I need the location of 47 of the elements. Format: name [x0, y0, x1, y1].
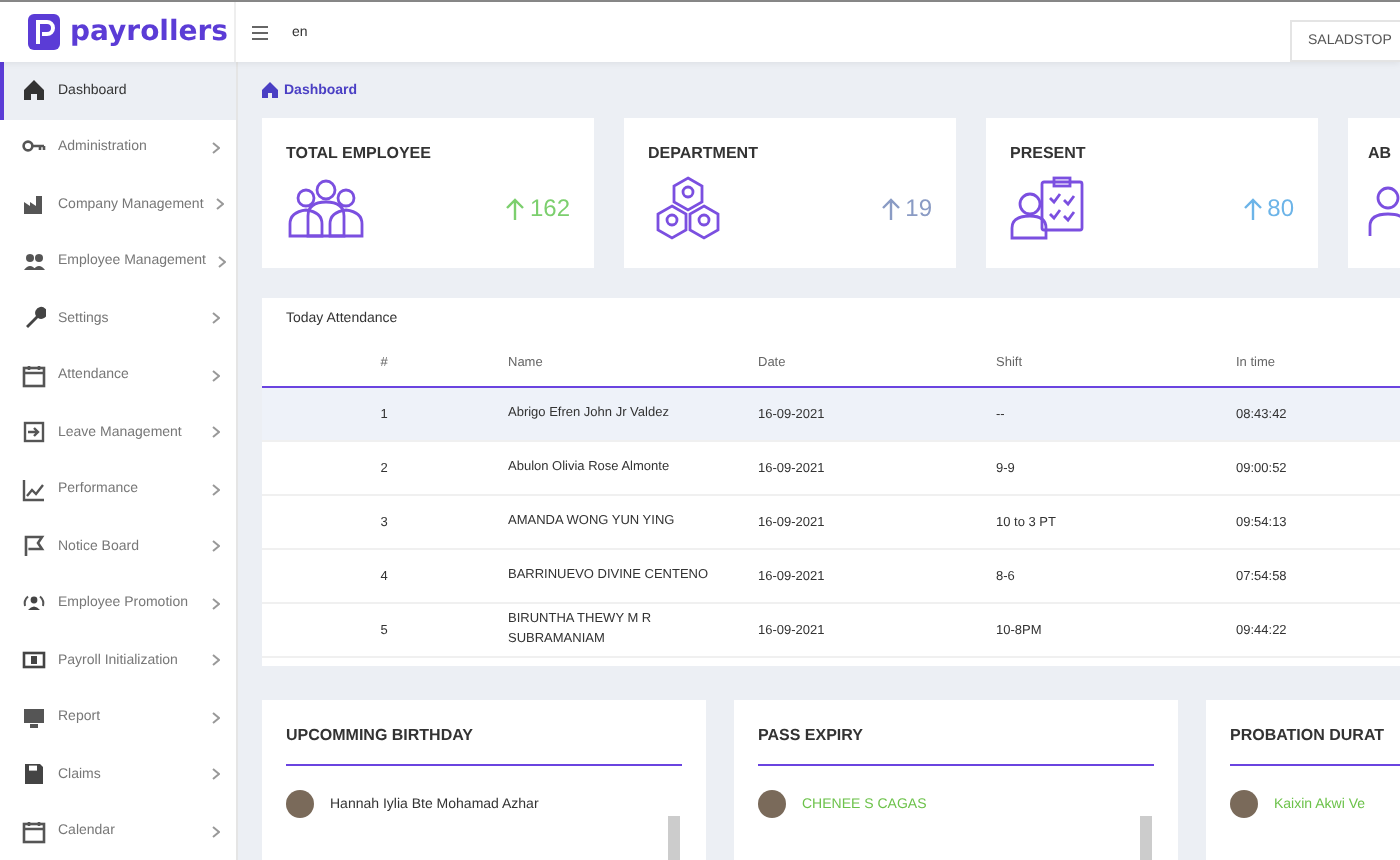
- chevron-icon: [212, 711, 220, 724]
- card-title: PROBATION DURAT: [1230, 700, 1400, 766]
- stat-value: 19: [881, 194, 932, 223]
- scrollbar[interactable]: [668, 816, 680, 860]
- avatar: [758, 790, 786, 818]
- stat-title: DEPARTMENT: [648, 144, 760, 163]
- wrench-icon: [22, 306, 46, 331]
- chevron-icon: [215, 198, 224, 211]
- chevron-icon: [212, 540, 220, 553]
- stat-title: AB: [1368, 144, 1394, 163]
- menu-icon[interactable]: [252, 25, 268, 39]
- scrollbar[interactable]: [1140, 816, 1152, 860]
- home-icon: [22, 78, 46, 103]
- stat-value: 162: [505, 194, 570, 223]
- banknote-icon: [22, 648, 46, 673]
- monitor-icon: [22, 705, 46, 730]
- chevron-icon: [212, 597, 220, 610]
- line-chart-icon: [22, 477, 46, 502]
- arrow-box-icon: [22, 420, 46, 445]
- card-title: UPCOMMING BIRTHDAY: [286, 700, 682, 766]
- avatar: [286, 790, 314, 818]
- flag-icon: [22, 534, 46, 559]
- calendar-icon: [22, 819, 46, 844]
- stat-title: TOTAL EMPLOYEE: [286, 144, 433, 163]
- chevron-icon: [212, 369, 220, 382]
- factory-icon: [22, 192, 46, 217]
- up-arrow-icon: [1243, 197, 1262, 220]
- calendar-icon: [22, 363, 46, 388]
- chevron-icon: [212, 654, 220, 667]
- people-icon: [22, 249, 46, 274]
- avatar: [1230, 790, 1258, 818]
- person-cycle-icon: [22, 591, 46, 616]
- chevron-icon: [217, 255, 226, 268]
- stat-value: 80: [1243, 194, 1294, 223]
- card-title: PASS EXPIRY: [758, 700, 1154, 766]
- chevron-icon: [212, 483, 220, 496]
- chevron-icon: [212, 825, 220, 838]
- chevron-icon: [212, 768, 220, 781]
- chevron-icon: [212, 426, 220, 439]
- chevron-icon: [212, 312, 220, 325]
- stat-title: PRESENT: [1010, 144, 1088, 163]
- people-group-icon: [286, 176, 366, 241]
- logo-icon: [28, 14, 60, 50]
- up-arrow-icon: [881, 197, 900, 220]
- chevron-icon: [212, 141, 220, 154]
- home-icon: [262, 82, 278, 99]
- up-arrow-icon: [505, 197, 524, 220]
